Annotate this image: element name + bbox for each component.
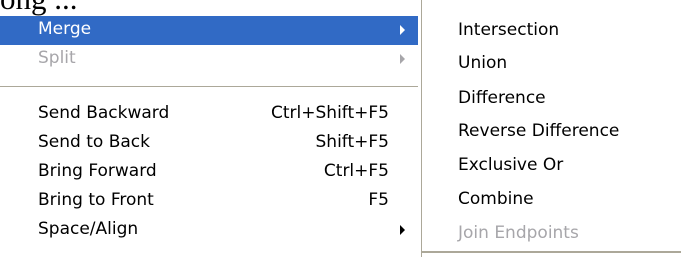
menu-item-send-backward[interactable]: Send Backward Ctrl+Shift+F5 <box>0 100 418 129</box>
menu-item-label: Split <box>38 48 76 68</box>
menu-item-label: Send to Back <box>38 132 150 152</box>
background-document-text: ong ... <box>0 0 78 17</box>
menu-item-bring-forward[interactable]: Bring Forward Ctrl+F5 <box>0 158 418 187</box>
menu-item-label: Space/Align <box>38 219 139 239</box>
submenu-item-union[interactable]: Union <box>458 53 507 73</box>
menu-item-label: Merge <box>38 19 92 39</box>
submenu-item-difference[interactable]: Difference <box>458 88 546 108</box>
submenu-arrow-icon <box>400 25 405 35</box>
menu-item-label: Bring to Front <box>38 190 154 210</box>
submenu-shadow <box>422 251 681 253</box>
menu-item-space-align[interactable]: Space/Align <box>0 216 418 245</box>
menu-item-merge[interactable]: Merge <box>0 16 418 45</box>
submenu-item-combine[interactable]: Combine <box>458 189 534 209</box>
submenu-item-exclusive-or[interactable]: Exclusive Or <box>458 155 563 175</box>
submenu-item-reverse-difference[interactable]: Reverse Difference <box>458 121 619 141</box>
menu-item-shortcut: F5 <box>368 190 389 210</box>
merge-submenu: Intersection Union Difference Reverse Di… <box>421 0 681 257</box>
menu-item-shortcut: Ctrl+Shift+F5 <box>271 103 389 123</box>
submenu-item-intersection[interactable]: Intersection <box>458 20 559 40</box>
menu-item-split: Split <box>0 45 418 74</box>
menu-item-shortcut: Shift+F5 <box>315 132 389 152</box>
submenu-arrow-icon <box>400 225 405 235</box>
menu-item-bring-to-front[interactable]: Bring to Front F5 <box>0 187 418 216</box>
menu-item-label: Send Backward <box>38 103 170 123</box>
submenu-item-join-endpoints: Join Endpoints <box>458 223 579 243</box>
menu-separator <box>0 86 418 88</box>
menu-item-label: Bring Forward <box>38 161 157 181</box>
menu-item-shortcut: Ctrl+F5 <box>323 161 389 181</box>
menu-item-send-to-back[interactable]: Send to Back Shift+F5 <box>0 129 418 158</box>
submenu-arrow-icon <box>400 54 405 64</box>
context-menu: Merge Split Send Backward Ctrl+Shift+F5 … <box>0 16 418 257</box>
